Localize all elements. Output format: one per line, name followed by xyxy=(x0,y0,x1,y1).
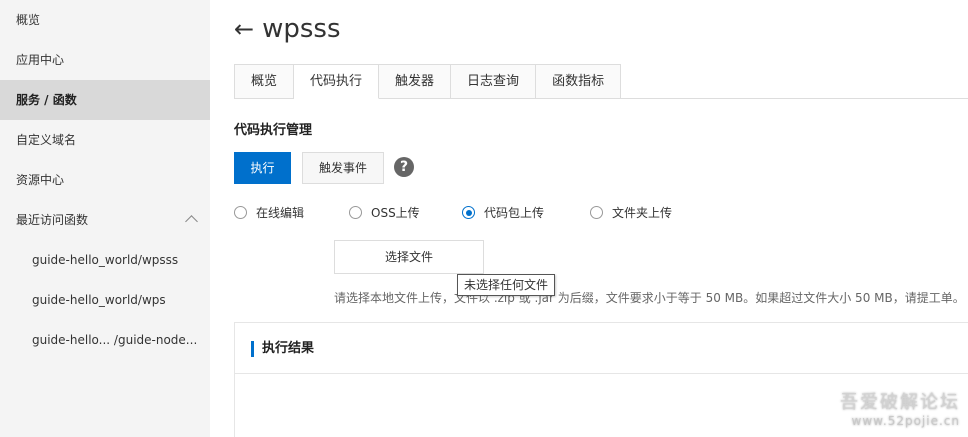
tab-log-query[interactable]: 日志查询 xyxy=(451,64,537,99)
radio-circle-icon xyxy=(590,206,603,219)
tab-bar: 概览 代码执行 触发器 日志查询 函数指标 xyxy=(234,64,622,99)
execute-button[interactable]: 执行 xyxy=(234,152,291,184)
page-title: wpsss xyxy=(262,14,341,44)
radio-oss-upload[interactable]: OSS上传 xyxy=(349,204,420,221)
radio-checked-icon xyxy=(462,206,475,219)
radio-label: OSS上传 xyxy=(371,206,420,220)
watermark: 吾爱破解论坛 www.52pojie.cn xyxy=(840,388,960,428)
sidebar: 概览 应用中心 服务 / 函数 自定义域名 资源中心 最近访问函数 guide-… xyxy=(0,0,210,437)
watermark-url: www.52pojie.cn xyxy=(851,414,960,428)
main-content: ← wpsss 概览 代码执行 触发器 日志查询 函数指标 代码执行管理 执行 … xyxy=(210,0,968,437)
recent-function-label: guide-hello_world/wps xyxy=(32,293,166,307)
radio-circle-icon xyxy=(234,206,247,219)
sidebar-item-label: 应用中心 xyxy=(16,53,65,67)
result-title: 执行结果 xyxy=(251,341,314,357)
radio-package-upload[interactable]: 代码包上传 xyxy=(462,204,544,221)
sidebar-item-recent-functions[interactable]: 最近访问函数 xyxy=(0,200,210,240)
radio-circle-icon xyxy=(349,206,362,219)
recent-function-item[interactable]: guide-hello... /guide-node... xyxy=(0,320,210,360)
watermark-title: 吾爱破解论坛 xyxy=(840,392,960,413)
sidebar-item-label: 资源中心 xyxy=(16,173,65,187)
back-arrow-icon[interactable]: ← xyxy=(234,17,254,41)
sidebar-item-resource-center[interactable]: 资源中心 xyxy=(0,160,210,200)
sidebar-item-label: 自定义域名 xyxy=(16,133,77,147)
radio-online-edit[interactable]: 在线编辑 xyxy=(234,204,304,221)
file-tooltip: 未选择任何文件 xyxy=(457,274,556,296)
tab-code-execution[interactable]: 代码执行 xyxy=(294,64,380,99)
help-icon[interactable]: ? xyxy=(394,157,414,177)
tab-function-metrics[interactable]: 函数指标 xyxy=(536,64,622,99)
radio-folder-upload[interactable]: 文件夹上传 xyxy=(590,204,672,221)
trigger-event-button[interactable]: 触发事件 xyxy=(302,152,384,184)
sidebar-item-label: 服务 / 函数 xyxy=(16,93,77,107)
radio-label: 文件夹上传 xyxy=(612,206,673,220)
section-title: 代码执行管理 xyxy=(234,123,313,138)
recent-function-label: guide-hello_world/wpsss xyxy=(32,253,179,267)
recent-function-item[interactable]: guide-hello_world/wpsss xyxy=(0,240,210,280)
upload-hint: 请选择本地文件上传，文件以 .zip 或 .jar 为后缀，文件要求小于等于 5… xyxy=(334,291,965,305)
sidebar-item-custom-domain[interactable]: 自定义域名 xyxy=(0,120,210,160)
tab-overview[interactable]: 概览 xyxy=(234,64,295,99)
radio-label: 代码包上传 xyxy=(484,206,545,220)
page-header: ← wpsss xyxy=(234,12,341,46)
tab-triggers[interactable]: 触发器 xyxy=(379,64,452,99)
radio-label: 在线编辑 xyxy=(256,206,305,220)
sidebar-item-app-center[interactable]: 应用中心 xyxy=(0,40,210,80)
recent-function-item[interactable]: guide-hello_world/wps xyxy=(0,280,210,320)
chevron-up-icon[interactable] xyxy=(185,200,198,242)
recent-function-label: guide-hello... /guide-node... xyxy=(32,333,198,347)
choose-file-button[interactable]: 选择文件 xyxy=(334,240,484,274)
sidebar-item-label: 最近访问函数 xyxy=(16,213,89,227)
result-divider xyxy=(235,373,968,374)
sidebar-item-label: 概览 xyxy=(16,13,41,27)
sidebar-item-services-functions[interactable]: 服务 / 函数 xyxy=(0,80,210,120)
sidebar-item-overview[interactable]: 概览 xyxy=(0,0,210,40)
